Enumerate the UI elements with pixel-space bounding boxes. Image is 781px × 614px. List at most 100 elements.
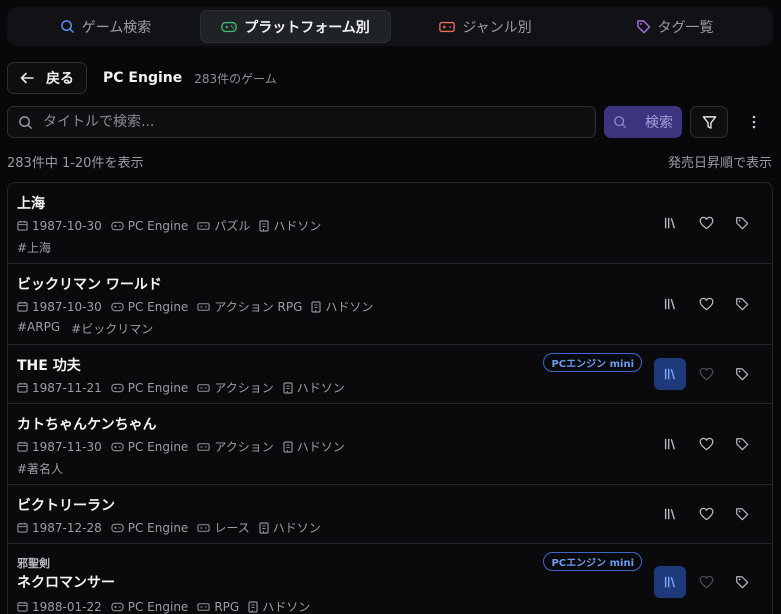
calendar-icon (17, 220, 28, 231)
tag-button[interactable] (726, 288, 758, 320)
tag-link[interactable]: #ビックリマン (71, 320, 153, 337)
search-row: 検索 (7, 106, 773, 138)
tab-label: ゲーム検索 (81, 19, 152, 36)
library-button[interactable] (654, 207, 686, 239)
tab-tag-list[interactable]: タグ一覧 (580, 10, 769, 43)
platform-tabs: ゲーム検索 プラットフォーム別 ジャンル別 タグ一覧 (7, 7, 773, 46)
tag-link[interactable]: #ARPG (17, 320, 60, 337)
tag-link[interactable]: #上海 (17, 239, 51, 256)
heart-icon (699, 507, 713, 521)
platform-text: PC Engine (127, 520, 189, 535)
tag-button[interactable] (726, 566, 758, 598)
library-button[interactable] (654, 566, 686, 598)
gamepad-icon (111, 602, 124, 611)
console-icon (197, 523, 210, 532)
platform-text: PC Engine (127, 439, 189, 454)
console-icon (197, 602, 210, 611)
platform: PC Engine (111, 520, 189, 535)
building-icon (259, 219, 269, 232)
search-input[interactable] (43, 114, 563, 130)
game-row[interactable]: ビクトリーラン 1987-12-28 PC Engine レース ハドソン (8, 485, 772, 544)
tag-button[interactable] (726, 207, 758, 239)
building-icon (259, 521, 269, 534)
heart-icon (699, 297, 713, 311)
library-icon (664, 368, 676, 380)
game-actions (654, 428, 758, 460)
game-actions (654, 358, 758, 390)
calendar-icon (17, 301, 28, 312)
favorite-button[interactable] (690, 288, 722, 320)
publisher-text: ハドソン (296, 381, 345, 395)
game-row[interactable]: 上海 1987-10-30 PC Engine パズル ハドソン #上海 (8, 183, 772, 264)
tag-button[interactable] (726, 498, 758, 530)
genre-text: アクション (214, 440, 274, 454)
library-button[interactable] (654, 428, 686, 460)
favorite-button[interactable] (690, 428, 722, 460)
genre-text: パズル (214, 219, 251, 233)
genre: アクション RPG (197, 298, 302, 315)
library-button[interactable] (654, 288, 686, 320)
release-date: 1987-12-28 (17, 521, 102, 535)
mini-badge: PCエンジン mini (543, 552, 642, 571)
building-icon (283, 440, 293, 453)
publisher-text: ハドソン (296, 440, 345, 454)
genre-text: レース (214, 521, 250, 535)
game-count: 283件のゲーム (194, 71, 277, 86)
filter-button[interactable] (690, 106, 728, 138)
game-title[interactable]: ネクロマンサー (17, 572, 115, 592)
more-options-button[interactable] (744, 106, 764, 138)
game-row[interactable]: 邪聖剣 ネクロマンサー 1988-01-22 PC Engine RPG ハドソン PCエン… (8, 544, 772, 614)
heart-icon (699, 367, 713, 381)
game-title[interactable]: ビックリマン ワールド (17, 274, 162, 294)
game-row[interactable]: ビックリマン ワールド 1987-10-30 PC Engine アクション RPG ハ… (8, 264, 772, 345)
tag-button[interactable] (726, 358, 758, 390)
more-vertical-icon (752, 115, 756, 129)
console-icon (197, 221, 210, 230)
tag-icon (736, 576, 749, 589)
game-title[interactable]: 上海 (17, 193, 45, 213)
tab-by-platform[interactable]: プラットフォーム別 (200, 10, 391, 43)
library-button[interactable] (654, 498, 686, 530)
release-date: 1987-10-30 (17, 300, 102, 314)
tab-by-genre[interactable]: ジャンル別 (391, 10, 580, 43)
calendar-icon (17, 382, 28, 393)
favorite-button[interactable] (690, 207, 722, 239)
platform-text: PC Engine (127, 218, 189, 233)
game-title[interactable]: カトちゃんケンちゃん (17, 414, 157, 434)
library-button[interactable] (654, 358, 686, 390)
tag-button[interactable] (726, 428, 758, 460)
gamepad-icon (111, 302, 124, 311)
release-date: 1987-11-30 (17, 440, 102, 454)
favorite-button[interactable] (690, 498, 722, 530)
back-button[interactable]: 戻る (7, 62, 87, 94)
game-actions (654, 566, 758, 598)
search-button[interactable]: 検索 (604, 106, 682, 138)
game-row[interactable]: カトちゃんケンちゃん 1987-11-30 PC Engine アクション ハドソン #著… (8, 404, 772, 485)
genre-text: アクション RPG (214, 300, 303, 314)
release-date-text: 1987-11-30 (32, 439, 102, 454)
tag-link[interactable]: #著名人 (17, 460, 63, 477)
platform: PC Engine (111, 380, 189, 395)
game-title[interactable]: THE 功夫 (17, 355, 81, 375)
building-icon (283, 381, 293, 394)
release-date: 1987-11-21 (17, 381, 102, 395)
console-icon (439, 21, 456, 32)
game-meta: 1987-10-30 PC Engine アクション RPG ハドソン (17, 298, 382, 315)
game-title[interactable]: ビクトリーラン (17, 495, 115, 515)
platform-text: PC Engine (127, 380, 189, 395)
release-date-text: 1987-12-28 (32, 520, 102, 535)
favorite-button[interactable] (690, 358, 722, 390)
building-icon (311, 300, 322, 313)
platform: PC Engine (111, 600, 188, 614)
game-actions (654, 207, 758, 239)
genre-text: アクション (214, 381, 274, 395)
genre-text: RPG (214, 599, 240, 614)
tag-icon (736, 368, 749, 381)
tab-game-search[interactable]: ゲーム検索 (11, 10, 200, 43)
library-icon (664, 508, 676, 520)
library-icon (664, 217, 676, 229)
publisher: ハドソン (283, 438, 345, 455)
publisher-text: ハドソン (262, 600, 311, 614)
favorite-button[interactable] (690, 566, 722, 598)
game-row[interactable]: THE 功夫 1987-11-21 PC Engine アクション ハドソン PCエンジン… (8, 345, 772, 404)
